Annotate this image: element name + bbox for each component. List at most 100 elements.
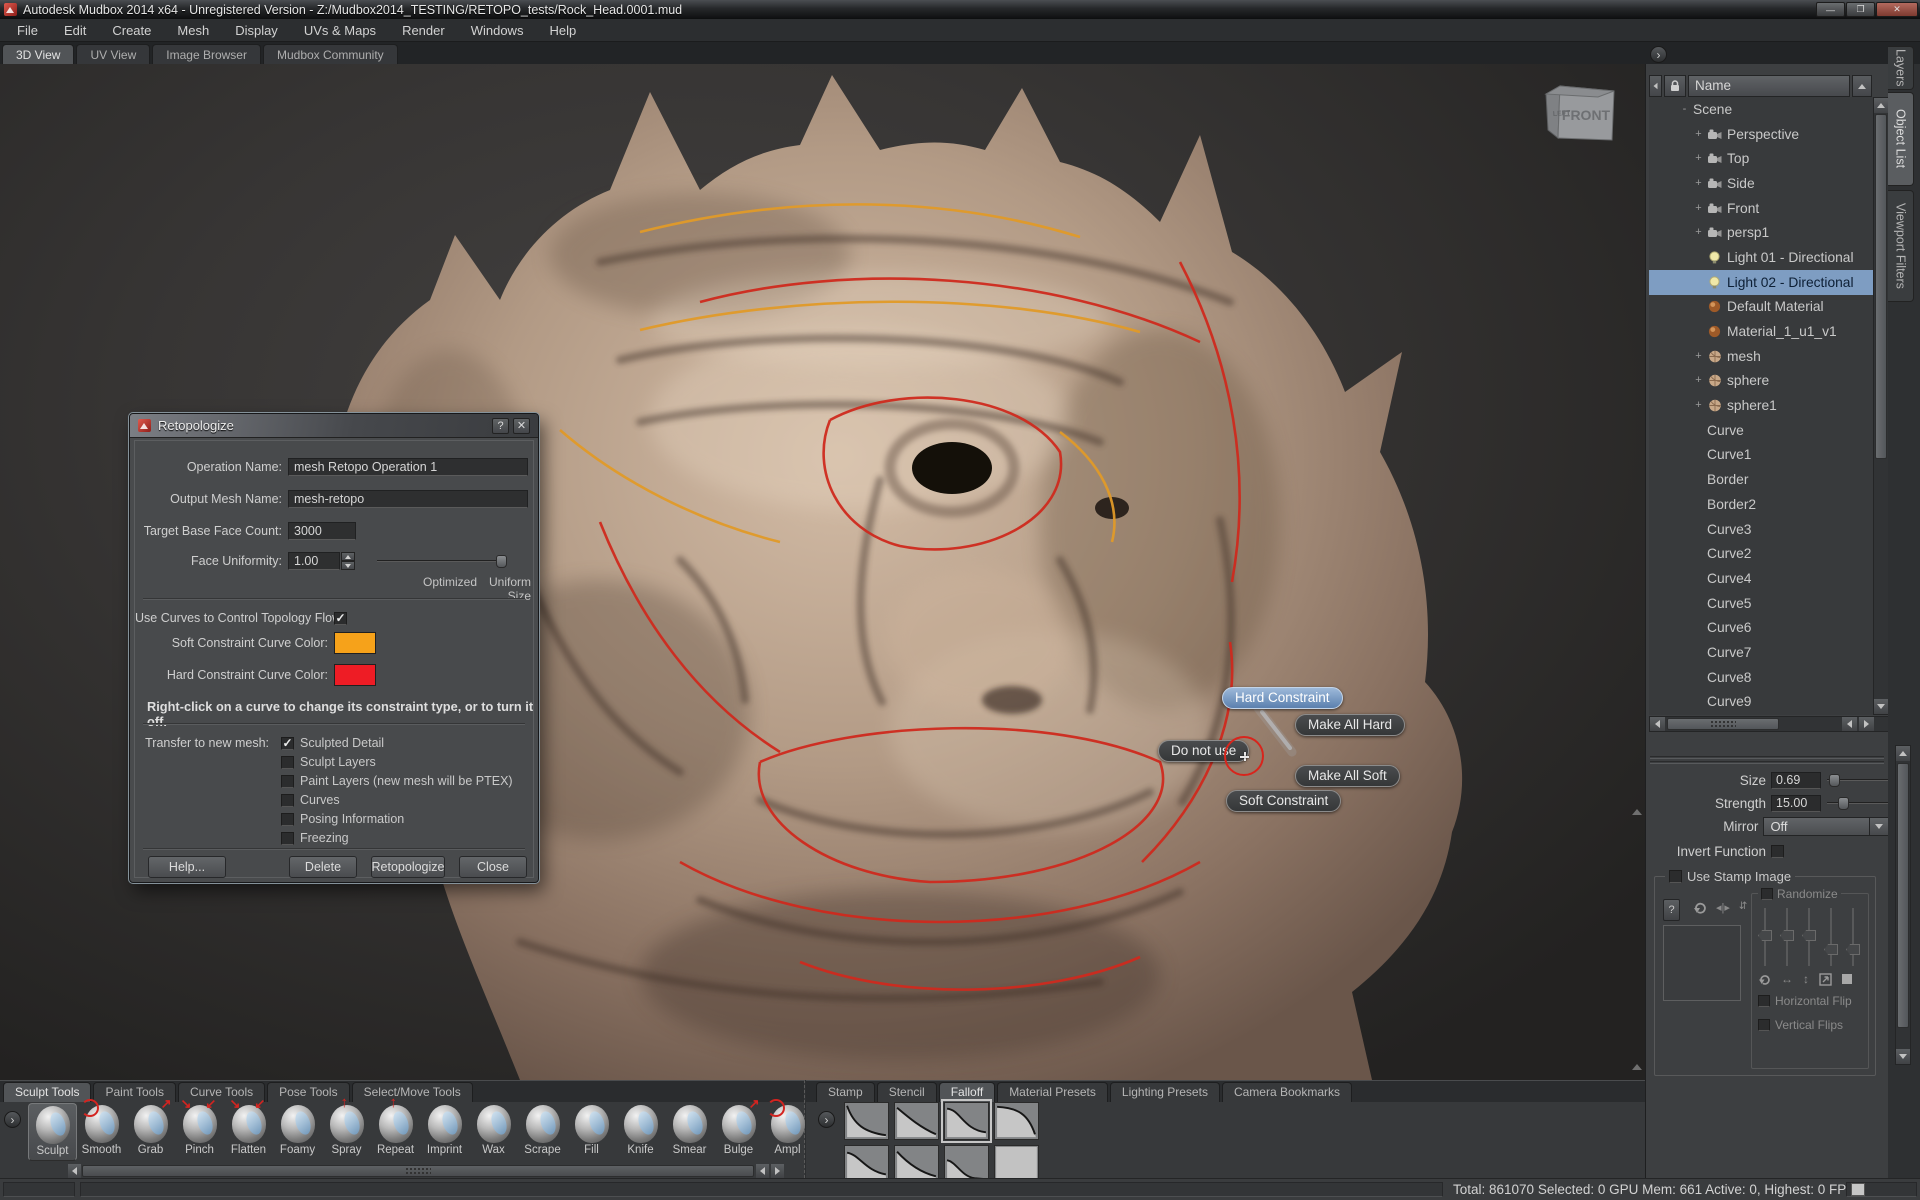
tree-item-side[interactable]: +Side	[1649, 171, 1873, 196]
side-tab-layers[interactable]: Layers	[1888, 46, 1914, 90]
tree-item-curve6[interactable]: Curve6	[1649, 615, 1873, 640]
tool-smear[interactable]: Smear	[665, 1103, 714, 1161]
menu-render[interactable]: Render	[389, 19, 458, 42]
view-cube[interactable]: FRONT LEFT	[1538, 78, 1622, 150]
menu-display[interactable]: Display	[222, 19, 291, 42]
randomize-scale-icon[interactable]	[1819, 973, 1832, 986]
transfer-checkbox-paint-layers-new-mesh-will-be-ptex-[interactable]	[281, 775, 294, 788]
preset-tab-stencil[interactable]: Stencil	[877, 1082, 937, 1102]
tool-scrape[interactable]: Scrape	[518, 1103, 567, 1161]
tool-tab-sculpt-tools[interactable]: Sculpt Tools	[3, 1082, 91, 1102]
menu-uvs-maps[interactable]: UVs & Maps	[291, 19, 389, 42]
tree-item-sphere1[interactable]: +sphere1	[1649, 393, 1873, 418]
expander-icon[interactable]: +	[1693, 129, 1704, 140]
tool-foamy[interactable]: Foamy	[273, 1103, 322, 1161]
tree-vertical-scrollbar[interactable]	[1873, 97, 1889, 715]
target-base-face-count-input[interactable]	[288, 522, 356, 540]
face-uniformity-input[interactable]	[288, 552, 340, 570]
tree-item-curve5[interactable]: Curve5	[1649, 591, 1873, 616]
randomize-hrange-icon[interactable]: ↔	[1781, 972, 1793, 986]
menu-help[interactable]: Help	[536, 19, 589, 42]
properties-scrollbar[interactable]	[1895, 745, 1911, 1065]
expander-icon[interactable]: +	[1693, 227, 1704, 238]
menu-windows[interactable]: Windows	[458, 19, 537, 42]
use-curves-checkbox[interactable]: ✓	[334, 612, 347, 625]
close-button[interactable]: ✕	[1876, 2, 1918, 17]
tree-item-curve3[interactable]: Curve3	[1649, 517, 1873, 542]
tool-bulge[interactable]: ↗Bulge	[714, 1103, 763, 1161]
tool-knife[interactable]: Knife	[616, 1103, 665, 1161]
close-button[interactable]: Close	[459, 856, 527, 878]
tree-item-persp1[interactable]: +persp1	[1649, 220, 1873, 245]
help--button[interactable]: Help...	[148, 856, 226, 878]
stamp-help-button[interactable]: ?	[1663, 899, 1680, 921]
size-input[interactable]	[1771, 772, 1821, 789]
view-tab-mudbox-community[interactable]: Mudbox Community	[263, 44, 398, 64]
tool-grab[interactable]: ↗Grab	[126, 1103, 175, 1161]
menu-create[interactable]: Create	[99, 19, 164, 42]
expander-icon[interactable]: +	[1693, 375, 1704, 386]
tool-sculpt[interactable]: Sculpt	[28, 1103, 77, 1161]
tree-item-curve2[interactable]: Curve2	[1649, 541, 1873, 566]
falloff-preset-4[interactable]	[994, 1102, 1039, 1140]
tool-tab-select-move-tools[interactable]: Select/Move Tools	[352, 1082, 473, 1102]
view-tab-image-browser[interactable]: Image Browser	[152, 44, 261, 64]
stamp-vflip-icon[interactable]: ⇵	[1739, 901, 1746, 915]
face-uniformity-spinner[interactable]	[341, 552, 355, 570]
tree-item-light-02-directional[interactable]: Light 02 - Directional	[1649, 270, 1873, 295]
maximize-button[interactable]: ❐	[1846, 2, 1875, 17]
mirror-dropdown[interactable]: Off	[1763, 817, 1870, 836]
tree-item-curve1[interactable]: Curve1	[1649, 443, 1873, 468]
tool-imprint[interactable]: Imprint	[420, 1103, 469, 1161]
stamp-preview-box[interactable]	[1663, 925, 1741, 1001]
tool-spray[interactable]: ↑Spray	[322, 1103, 371, 1161]
tree-item-material-1-u1-v1[interactable]: Material_1_u1_v1	[1649, 319, 1873, 344]
randomize-checkbox[interactable]	[1761, 888, 1773, 900]
output-mesh-name-input[interactable]	[288, 490, 528, 508]
face-uniformity-slider[interactable]	[377, 555, 507, 567]
tool-repeat[interactable]: ↑Repeat	[371, 1103, 420, 1161]
randomize-slider[interactable]	[1824, 908, 1838, 966]
size-slider[interactable]	[1827, 774, 1889, 786]
panel-splitter-arrow[interactable]	[1632, 809, 1642, 815]
randomize-rotate-icon[interactable]	[1758, 973, 1771, 986]
preset-tab-lighting-presets[interactable]: Lighting Presets	[1110, 1082, 1220, 1102]
expander-icon[interactable]: -	[1679, 104, 1690, 115]
invert-function-checkbox[interactable]	[1771, 845, 1784, 858]
expander-icon[interactable]: +	[1693, 203, 1704, 214]
tree-item-curve4[interactable]: Curve4	[1649, 566, 1873, 591]
dialog-close-button[interactable]: ✕	[513, 418, 530, 434]
tree-item-light-01-directional[interactable]: Light 01 - Directional	[1649, 245, 1873, 270]
menu-file[interactable]: File	[4, 19, 51, 42]
panel-splitter-arrow[interactable]	[1632, 1064, 1642, 1070]
falloff-preset-1[interactable]	[844, 1102, 889, 1140]
tree-item-curve[interactable]: Curve	[1649, 418, 1873, 443]
tree-item-mesh[interactable]: +mesh	[1649, 344, 1873, 369]
horizontal-flip-checkbox[interactable]	[1758, 995, 1770, 1007]
retopologize-button[interactable]: Retopologize	[371, 856, 445, 878]
lock-icon[interactable]	[1664, 75, 1686, 97]
name-column-header[interactable]: Name	[1688, 75, 1850, 97]
tree-item-default-material[interactable]: Default Material	[1649, 295, 1873, 320]
tree-item-curve9[interactable]: Curve9	[1649, 690, 1873, 715]
dialog-help-button[interactable]: ?	[492, 418, 509, 434]
randomize-color-chip[interactable]	[1842, 974, 1852, 984]
stamp-rotate-icon[interactable]	[1693, 901, 1707, 915]
expander-icon[interactable]: +	[1693, 153, 1704, 164]
view-tab-3d-view[interactable]: 3D View	[2, 44, 74, 64]
strength-input[interactable]	[1771, 795, 1821, 812]
presets-tray-chevron[interactable]: ›	[818, 1111, 835, 1128]
randomize-slider[interactable]	[1802, 908, 1816, 966]
hard-constraint-color-swatch[interactable]	[334, 664, 376, 686]
sort-button[interactable]	[1852, 75, 1872, 97]
preset-tab-falloff[interactable]: Falloff	[939, 1082, 995, 1102]
transfer-checkbox-freezing[interactable]	[281, 832, 294, 845]
dialog-title-bar[interactable]: Retopologize ? ✕	[130, 414, 538, 438]
marking-menu-soft[interactable]: Soft Constraint	[1226, 790, 1341, 812]
stamp-hflip-icon[interactable]: ◂|▸	[1716, 901, 1730, 915]
side-tab-viewport-filters[interactable]: Viewport Filters	[1888, 190, 1914, 302]
tree-horizontal-scrollbar[interactable]	[1649, 716, 1889, 732]
marking-menu-make-all-hard[interactable]: Make All Hard	[1295, 714, 1405, 736]
operation-name-input[interactable]	[288, 458, 528, 476]
strength-slider[interactable]	[1827, 797, 1889, 809]
